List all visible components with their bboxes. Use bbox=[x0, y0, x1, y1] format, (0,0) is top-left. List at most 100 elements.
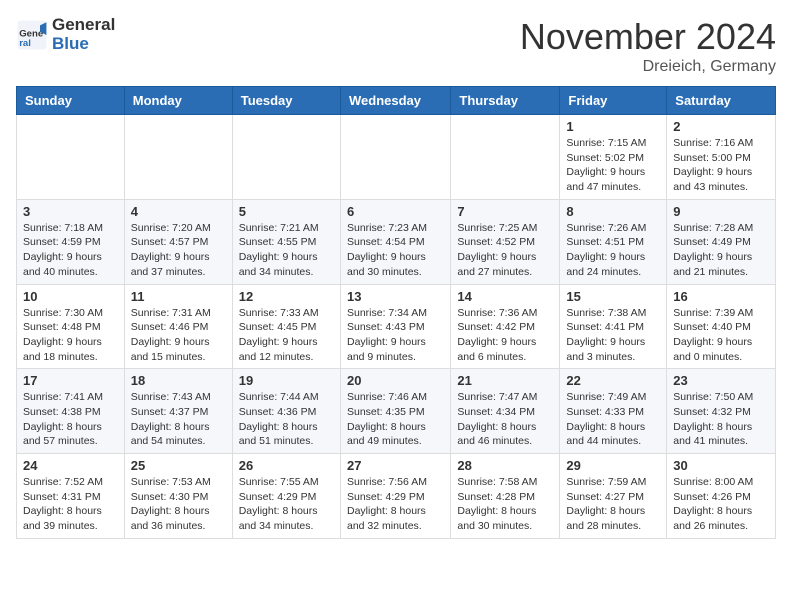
day-info: Sunrise: 7:56 AM Sunset: 4:29 PM Dayligh… bbox=[347, 475, 444, 534]
logo: Gene ral General Blue bbox=[16, 16, 115, 53]
weekday-header-friday: Friday bbox=[560, 87, 667, 115]
day-info: Sunrise: 7:41 AM Sunset: 4:38 PM Dayligh… bbox=[23, 390, 118, 449]
day-cell: 2 Sunrise: 7:16 AM Sunset: 5:00 PM Daylig… bbox=[667, 115, 776, 200]
day-number: 14 bbox=[457, 289, 553, 304]
day-info: Sunrise: 8:00 AM Sunset: 4:26 PM Dayligh… bbox=[673, 475, 769, 534]
day-cell: 7 Sunrise: 7:25 AM Sunset: 4:52 PM Daylig… bbox=[451, 199, 560, 284]
day-cell: 24 Sunrise: 7:52 AM Sunset: 4:31 PM Dayli… bbox=[17, 454, 125, 539]
day-number: 5 bbox=[239, 204, 334, 219]
month-title: November 2024 bbox=[520, 16, 776, 58]
day-info: Sunrise: 7:58 AM Sunset: 4:28 PM Dayligh… bbox=[457, 475, 553, 534]
day-number: 28 bbox=[457, 458, 553, 473]
day-info: Sunrise: 7:59 AM Sunset: 4:27 PM Dayligh… bbox=[566, 475, 660, 534]
svg-text:ral: ral bbox=[19, 38, 31, 49]
day-info: Sunrise: 7:50 AM Sunset: 4:32 PM Dayligh… bbox=[673, 390, 769, 449]
logo-icon: Gene ral bbox=[16, 19, 48, 51]
day-info: Sunrise: 7:21 AM Sunset: 4:55 PM Dayligh… bbox=[239, 221, 334, 280]
day-number: 9 bbox=[673, 204, 769, 219]
day-number: 17 bbox=[23, 373, 118, 388]
logo-text: General Blue bbox=[52, 16, 115, 53]
day-number: 11 bbox=[131, 289, 226, 304]
day-cell bbox=[124, 115, 232, 200]
day-number: 18 bbox=[131, 373, 226, 388]
title-area: November 2024 Dreieich, Germany bbox=[520, 16, 776, 76]
day-info: Sunrise: 7:23 AM Sunset: 4:54 PM Dayligh… bbox=[347, 221, 444, 280]
day-cell: 12 Sunrise: 7:33 AM Sunset: 4:45 PM Dayli… bbox=[232, 284, 340, 369]
day-number: 25 bbox=[131, 458, 226, 473]
day-cell: 22Sunrise: 7:49 AM Sunset: 4:33 PM Dayli… bbox=[560, 369, 667, 454]
day-info: Sunrise: 7:18 AM Sunset: 4:59 PM Dayligh… bbox=[23, 221, 118, 280]
day-info: Sunrise: 7:16 AM Sunset: 5:00 PM Dayligh… bbox=[673, 136, 769, 195]
day-cell: 21Sunrise: 7:47 AM Sunset: 4:34 PM Dayli… bbox=[451, 369, 560, 454]
day-cell: 8 Sunrise: 7:26 AM Sunset: 4:51 PM Daylig… bbox=[560, 199, 667, 284]
weekday-header-thursday: Thursday bbox=[451, 87, 560, 115]
day-number: 8 bbox=[566, 204, 660, 219]
day-number: 26 bbox=[239, 458, 334, 473]
day-cell: 9 Sunrise: 7:28 AM Sunset: 4:49 PM Daylig… bbox=[667, 199, 776, 284]
day-info: Sunrise: 7:20 AM Sunset: 4:57 PM Dayligh… bbox=[131, 221, 226, 280]
weekday-header-row: SundayMondayTuesdayWednesdayThursdayFrid… bbox=[17, 87, 776, 115]
logo-blue: Blue bbox=[52, 35, 115, 54]
day-number: 15 bbox=[566, 289, 660, 304]
weekday-header-tuesday: Tuesday bbox=[232, 87, 340, 115]
day-cell: 26 Sunrise: 7:55 AM Sunset: 4:29 PM Dayli… bbox=[232, 454, 340, 539]
day-number: 3 bbox=[23, 204, 118, 219]
day-number: 27 bbox=[347, 458, 444, 473]
day-cell: 20 Sunrise: 7:46 AM Sunset: 4:35 PM Dayli… bbox=[340, 369, 450, 454]
day-cell bbox=[17, 115, 125, 200]
day-number: 12 bbox=[239, 289, 334, 304]
page-header: Gene ral General Blue November 2024 Drei… bbox=[16, 16, 776, 76]
day-cell: 25Sunrise: 7:53 AM Sunset: 4:30 PM Dayli… bbox=[124, 454, 232, 539]
day-number: 10 bbox=[23, 289, 118, 304]
day-number: 2 bbox=[673, 119, 769, 134]
day-cell bbox=[232, 115, 340, 200]
day-cell: 6 Sunrise: 7:23 AM Sunset: 4:54 PM Daylig… bbox=[340, 199, 450, 284]
day-number: 19 bbox=[239, 373, 334, 388]
day-info: Sunrise: 7:15 AM Sunset: 5:02 PM Dayligh… bbox=[566, 136, 660, 195]
day-cell: 11 Sunrise: 7:31 AM Sunset: 4:46 PM Dayli… bbox=[124, 284, 232, 369]
day-cell: 5 Sunrise: 7:21 AM Sunset: 4:55 PM Daylig… bbox=[232, 199, 340, 284]
location: Dreieich, Germany bbox=[520, 58, 776, 76]
day-cell: 15Sunrise: 7:38 AM Sunset: 4:41 PM Dayli… bbox=[560, 284, 667, 369]
day-cell: 30 Sunrise: 8:00 AM Sunset: 4:26 PM Dayli… bbox=[667, 454, 776, 539]
day-number: 30 bbox=[673, 458, 769, 473]
day-number: 20 bbox=[347, 373, 444, 388]
day-info: Sunrise: 7:39 AM Sunset: 4:40 PM Dayligh… bbox=[673, 306, 769, 365]
day-info: Sunrise: 7:28 AM Sunset: 4:49 PM Dayligh… bbox=[673, 221, 769, 280]
day-info: Sunrise: 7:33 AM Sunset: 4:45 PM Dayligh… bbox=[239, 306, 334, 365]
day-info: Sunrise: 7:34 AM Sunset: 4:43 PM Dayligh… bbox=[347, 306, 444, 365]
calendar: SundayMondayTuesdayWednesdayThursdayFrid… bbox=[16, 86, 776, 539]
day-number: 22 bbox=[566, 373, 660, 388]
day-cell: 19 Sunrise: 7:44 AM Sunset: 4:36 PM Dayli… bbox=[232, 369, 340, 454]
day-number: 16 bbox=[673, 289, 769, 304]
day-number: 29 bbox=[566, 458, 660, 473]
day-info: Sunrise: 7:55 AM Sunset: 4:29 PM Dayligh… bbox=[239, 475, 334, 534]
day-info: Sunrise: 7:44 AM Sunset: 4:36 PM Dayligh… bbox=[239, 390, 334, 449]
day-info: Sunrise: 7:25 AM Sunset: 4:52 PM Dayligh… bbox=[457, 221, 553, 280]
day-info: Sunrise: 7:31 AM Sunset: 4:46 PM Dayligh… bbox=[131, 306, 226, 365]
day-info: Sunrise: 7:36 AM Sunset: 4:42 PM Dayligh… bbox=[457, 306, 553, 365]
weekday-header-sunday: Sunday bbox=[17, 87, 125, 115]
day-cell: 29 Sunrise: 7:59 AM Sunset: 4:27 PM Dayli… bbox=[560, 454, 667, 539]
day-cell: 28 Sunrise: 7:58 AM Sunset: 4:28 PM Dayli… bbox=[451, 454, 560, 539]
day-number: 6 bbox=[347, 204, 444, 219]
week-row-1: 1 Sunrise: 7:15 AM Sunset: 5:02 PM Daylig… bbox=[17, 115, 776, 200]
day-cell bbox=[451, 115, 560, 200]
day-cell: 3 Sunrise: 7:18 AM Sunset: 4:59 PM Daylig… bbox=[17, 199, 125, 284]
day-info: Sunrise: 7:26 AM Sunset: 4:51 PM Dayligh… bbox=[566, 221, 660, 280]
weekday-header-monday: Monday bbox=[124, 87, 232, 115]
day-info: Sunrise: 7:46 AM Sunset: 4:35 PM Dayligh… bbox=[347, 390, 444, 449]
logo-general: General bbox=[52, 16, 115, 35]
day-number: 23 bbox=[673, 373, 769, 388]
day-number: 24 bbox=[23, 458, 118, 473]
day-number: 7 bbox=[457, 204, 553, 219]
day-cell: 27 Sunrise: 7:56 AM Sunset: 4:29 PM Dayli… bbox=[340, 454, 450, 539]
day-cell: 17 Sunrise: 7:41 AM Sunset: 4:38 PM Dayli… bbox=[17, 369, 125, 454]
day-cell bbox=[340, 115, 450, 200]
day-info: Sunrise: 7:52 AM Sunset: 4:31 PM Dayligh… bbox=[23, 475, 118, 534]
day-cell: 1 Sunrise: 7:15 AM Sunset: 5:02 PM Daylig… bbox=[560, 115, 667, 200]
day-number: 1 bbox=[566, 119, 660, 134]
day-info: Sunrise: 7:43 AM Sunset: 4:37 PM Dayligh… bbox=[131, 390, 226, 449]
day-cell: 23 Sunrise: 7:50 AM Sunset: 4:32 PM Dayli… bbox=[667, 369, 776, 454]
day-cell: 4Sunrise: 7:20 AM Sunset: 4:57 PM Daylig… bbox=[124, 199, 232, 284]
